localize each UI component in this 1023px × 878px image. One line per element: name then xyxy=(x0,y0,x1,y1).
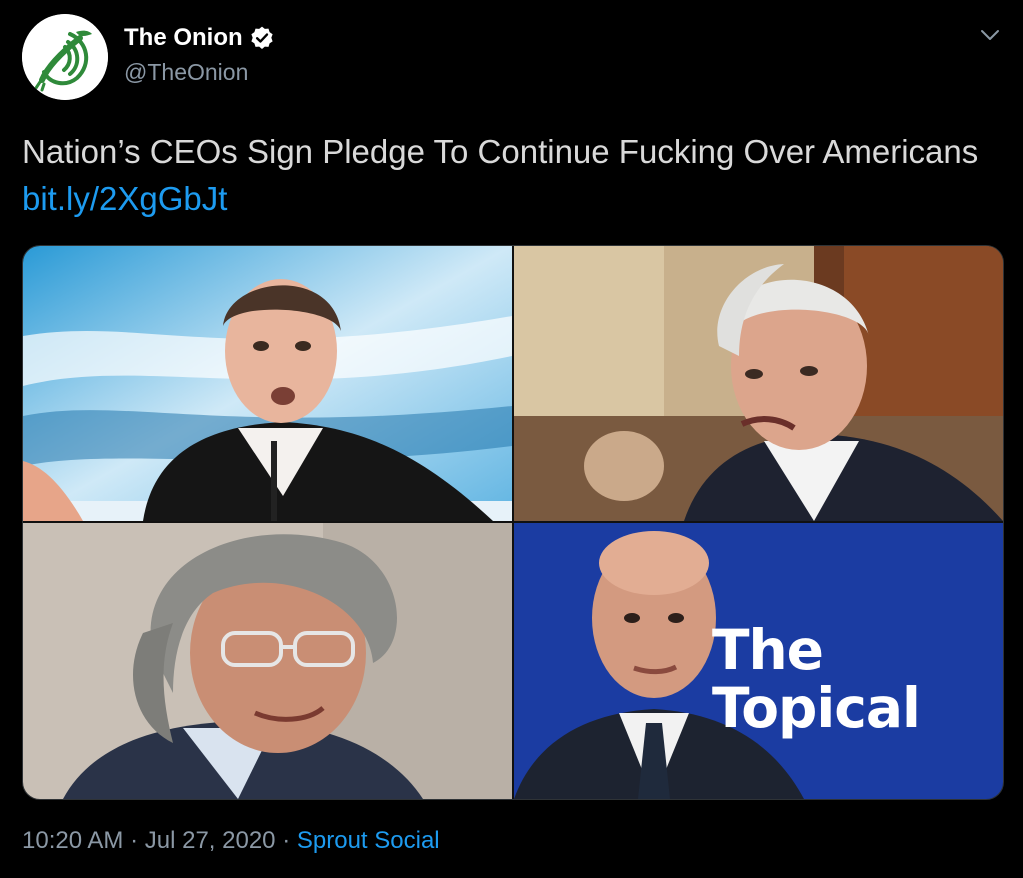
handle[interactable]: @TheOnion xyxy=(124,58,248,86)
tweet: The Onion @TheOnion Nation’s CEOs Sign P… xyxy=(0,0,1023,878)
meta-separator: · xyxy=(282,827,291,854)
name-row: The Onion xyxy=(124,24,275,52)
topical-line-2: Topical xyxy=(712,676,921,740)
photo-top-right[interactable] xyxy=(514,246,1003,521)
tweet-link[interactable]: bit.ly/2XgGbJt xyxy=(22,180,227,217)
avatar[interactable] xyxy=(22,14,108,100)
photo-bottom-right[interactable]: The Topical xyxy=(514,523,1003,799)
onion-logo-icon xyxy=(22,14,108,100)
portrait-image-icon xyxy=(23,523,512,799)
verified-badge-icon xyxy=(251,26,273,49)
tweet-text: Nation’s CEOs Sign Pledge To Continue Fu… xyxy=(22,128,1002,222)
topical-overlay: The Topical xyxy=(712,618,921,740)
portrait-image-icon xyxy=(23,246,512,521)
photo-bottom-left[interactable] xyxy=(23,523,512,799)
tweet-meta: 10:20 AM · Jul 27, 2020 · Sprout Social xyxy=(22,826,440,856)
topical-line-1: The xyxy=(712,618,824,682)
tweet-time[interactable]: 10:20 AM xyxy=(22,827,123,854)
tweet-date[interactable]: Jul 27, 2020 xyxy=(145,827,276,854)
tweet-source[interactable]: Sprout Social xyxy=(297,827,440,854)
meta-separator: · xyxy=(130,827,139,854)
photo-top-left[interactable] xyxy=(23,246,512,521)
media-grid[interactable]: The Topical xyxy=(22,245,1004,800)
tweet-body: Nation’s CEOs Sign Pledge To Continue Fu… xyxy=(22,133,979,170)
chevron-down-icon[interactable] xyxy=(978,25,1002,45)
display-name[interactable]: The Onion xyxy=(124,24,243,52)
portrait-image-icon xyxy=(514,246,1003,521)
